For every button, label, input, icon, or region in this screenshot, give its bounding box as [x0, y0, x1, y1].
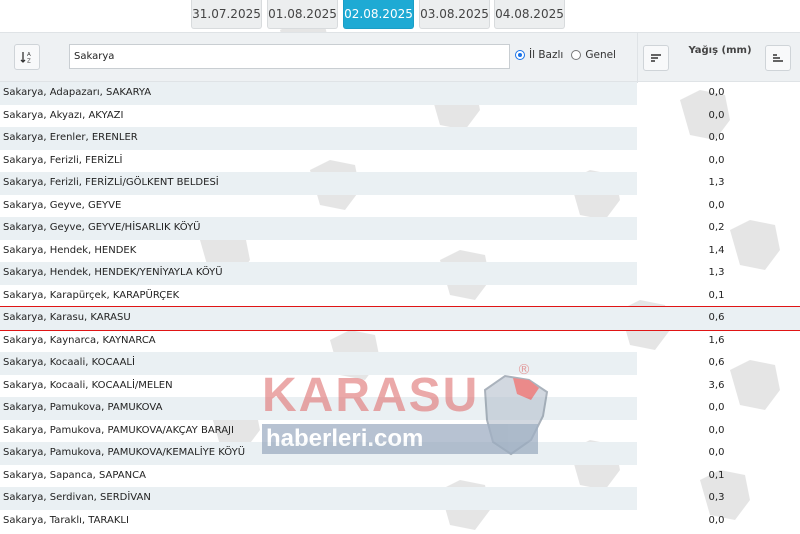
table-row[interactable]: Sakarya, Hendek, HENDEK 1,4: [0, 240, 800, 263]
station-name: Sakarya, Serdivan, SERDİVAN: [3, 492, 151, 503]
rainfall-value: 0,0: [708, 132, 725, 143]
station-name: Sakarya, Karasu, KARASU: [3, 312, 131, 323]
date-tab-1[interactable]: 01.08.2025: [267, 0, 338, 29]
column-divider: [637, 33, 638, 83]
scope-radio-group: İl Bazlı Genel: [515, 49, 624, 61]
table-row[interactable]: Sakarya, Serdivan, SERDİVAN 0,3: [0, 487, 800, 510]
sort-ascending-icon: [773, 54, 783, 62]
date-tab-4[interactable]: 04.08.2025: [494, 0, 565, 29]
table-header: A Z İl Bazlı Genel Yağış (mm): [0, 32, 800, 83]
rainfall-value: 0,6: [708, 357, 725, 368]
svg-text:Z: Z: [27, 59, 31, 65]
rainfall-value: 0,0: [708, 402, 725, 413]
station-name: Sakarya, Erenler, ERENLER: [3, 132, 138, 143]
station-name: Sakarya, Karapürçek, KARAPÜRÇEK: [3, 289, 180, 301]
date-tabs: 31.07.2025 01.08.2025 02.08.2025 03.08.2…: [0, 0, 800, 32]
table-row[interactable]: Sakarya, Hendek, HENDEK/YENİYAYLA KÖYÜ 1,…: [0, 262, 800, 285]
rainfall-value: 0,0: [708, 154, 725, 166]
rainfall-value: 1,3: [708, 177, 725, 188]
table-row[interactable]: Sakarya, Kocaali, KOCAALİ 0,6: [0, 352, 800, 375]
date-tab-0[interactable]: 31.07.2025: [191, 0, 262, 29]
date-tab-3[interactable]: 03.08.2025: [419, 0, 490, 29]
rainfall-value: 3,6: [708, 379, 725, 391]
rainfall-value: 0,0: [708, 514, 725, 526]
rainfall-value: 0,0: [708, 87, 725, 98]
station-name: Sakarya, Geyve, GEYVE: [3, 199, 122, 211]
table-row[interactable]: Sakarya, Pamukova, PAMUKOVA/KEMALİYE KÖY…: [0, 442, 800, 465]
station-name: Sakarya, Ferizli, FERİZLİ: [3, 154, 123, 166]
date-tab-2[interactable]: 02.08.2025: [343, 0, 414, 29]
table-row[interactable]: Sakarya, Erenler, ERENLER 0,0: [0, 127, 800, 150]
station-name: Sakarya, Hendek, HENDEK: [3, 244, 137, 256]
station-name: Sakarya, Geyve, GEYVE/HİSARLIK KÖYÜ: [3, 222, 201, 233]
radio-genel[interactable]: [571, 50, 582, 60]
search-input[interactable]: [69, 44, 510, 69]
table-row[interactable]: Sakarya, Pamukova, PAMUKOVA 0,0: [0, 397, 800, 420]
station-name: Sakarya, Ferizli, FERİZLİ/GÖLKENT BELDES…: [3, 177, 219, 188]
station-name: Sakarya, Akyazı, AKYAZI: [3, 109, 124, 121]
table-row[interactable]: Sakarya, Geyve, GEYVE/HİSARLIK KÖYÜ 0,2: [0, 217, 800, 240]
sort-name-button[interactable]: A Z: [14, 44, 40, 70]
table-row[interactable]: Sakarya, Adapazarı, SAKARYA 0,0: [0, 82, 800, 105]
table-row[interactable]: Sakarya, Taraklı, TARAKLI 0,0: [0, 510, 800, 533]
rainfall-value: 0,1: [708, 289, 725, 301]
table-row[interactable]: Sakarya, Geyve, GEYVE 0,0: [0, 195, 800, 218]
rainfall-value: 1,3: [708, 267, 725, 278]
table-row-highlighted[interactable]: Sakarya, Karasu, KARASU 0,6: [0, 306, 800, 331]
radio-genel-label: Genel: [585, 49, 616, 61]
rainfall-value: 1,6: [708, 334, 725, 346]
rainfall-value: 0,2: [708, 222, 725, 233]
rainfall-value: 0,0: [708, 447, 725, 458]
radio-il-bazli[interactable]: [515, 50, 525, 60]
rainfall-table: Sakarya, Adapazarı, SAKARYA 0,0 Sakarya, …: [0, 82, 800, 532]
station-name: Sakarya, Sapanca, SAPANCA: [3, 469, 146, 481]
station-name: Sakarya, Hendek, HENDEK/YENİYAYLA KÖYÜ: [3, 267, 223, 278]
station-name: Sakarya, Kocaali, KOCAALİ/MELEN: [3, 379, 173, 391]
rainfall-value: 1,4: [708, 244, 725, 256]
station-name: Sakarya, Adapazarı, SAKARYA: [3, 87, 152, 98]
rainfall-value: 0,6: [708, 312, 725, 323]
rainfall-value: 0,0: [708, 424, 725, 436]
table-row[interactable]: Sakarya, Kocaali, KOCAALİ/MELEN 3,6: [0, 375, 800, 398]
station-name: Sakarya, Pamukova, PAMUKOVA/KEMALİYE KÖY…: [3, 447, 246, 458]
rainfall-value: 0,1: [708, 469, 725, 481]
table-row[interactable]: Sakarya, Pamukova, PAMUKOVA/AKÇAY BARAJI…: [0, 420, 800, 443]
station-name: Sakarya, Pamukova, PAMUKOVA/AKÇAY BARAJI: [3, 424, 234, 436]
sort-alpha-icon: A Z: [20, 52, 31, 65]
station-name: Sakarya, Kaynarca, KAYNARCA: [3, 334, 156, 346]
svg-text:A: A: [27, 52, 31, 58]
station-name: Sakarya, Taraklı, TARAKLI: [3, 514, 129, 526]
table-row[interactable]: Sakarya, Ferizli, FERİZLİ/GÖLKENT BELDES…: [0, 172, 800, 195]
table-row[interactable]: Sakarya, Kaynarca, KAYNARCA 1,6: [0, 330, 800, 353]
rainfall-value: 0,0: [708, 199, 725, 211]
rainfall-value: 0,0: [708, 109, 725, 121]
table-row[interactable]: Sakarya, Ferizli, FERİZLİ 0,0: [0, 150, 800, 173]
sort-asc-button[interactable]: [765, 45, 791, 71]
table-row[interactable]: Sakarya, Karapürçek, KARAPÜRÇEK 0,1: [0, 285, 800, 308]
station-name: Sakarya, Kocaali, KOCAALİ: [3, 357, 135, 368]
rainfall-value: 0,3: [708, 492, 725, 503]
station-name: Sakarya, Pamukova, PAMUKOVA: [3, 402, 163, 413]
table-row[interactable]: Sakarya, Sapanca, SAPANCA 0,1: [0, 465, 800, 488]
radio-il-bazli-label: İl Bazlı: [529, 49, 564, 61]
table-row[interactable]: Sakarya, Akyazı, AKYAZI 0,0: [0, 105, 800, 128]
